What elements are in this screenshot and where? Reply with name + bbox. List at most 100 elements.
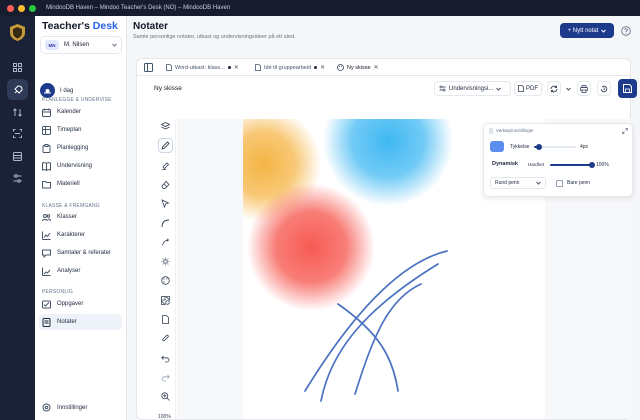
sidebar-item-kalender[interactable]: Kalender [39,104,122,120]
palette-tool-button[interactable] [158,273,173,288]
chevron-down-icon [565,87,571,91]
tasks-icon [42,300,51,309]
tab-group-work[interactable]: Idé til gruppearbeid ✕ [255,59,325,76]
editor-card: Word-utkast: klass... ✕ Idé til gruppear… [136,58,637,420]
today-button[interactable]: I dag [40,83,73,98]
attach-tool-button[interactable] [158,331,173,346]
rail-scan-button[interactable] [7,123,28,144]
chat-icon [42,249,51,258]
zoom-in-tool-button[interactable] [158,389,173,404]
sidebar: Teacher's Desk MN M. Nilsen I dag PLANLE… [35,16,127,420]
rail-settings-button[interactable] [7,168,28,189]
arrow-icon [162,238,170,246]
thickness-slider[interactable] [534,144,576,150]
rail-dashboard-button[interactable] [7,57,28,78]
save-button[interactable] [618,79,637,98]
page-tool-button[interactable] [158,312,173,327]
sidebar-toggle-icon[interactable] [144,63,153,72]
page-icon [162,315,169,324]
sidebar-item-materiell[interactable]: Materiell [39,176,122,192]
sidebar-item-oppgaver[interactable]: Oppgaver [39,296,122,312]
close-window-button[interactable] [7,4,14,12]
scan-icon [13,129,22,138]
select-tool-button[interactable] [158,196,173,211]
chevron-down-icon [496,87,502,91]
sidebar-item-planlegging[interactable]: Planlegging [39,140,122,156]
sidebar-item-label: Notater [57,319,77,325]
user-switcher[interactable]: MN M. Nilsen [40,36,122,54]
today-label: I dag [60,87,74,94]
sidebar-item-label: Oppgaver [57,301,84,307]
sun-icon [44,89,51,94]
expand-icon[interactable] [622,128,628,134]
close-tab-icon[interactable]: ✕ [234,64,239,71]
sync-options-button[interactable] [564,81,572,96]
highlighter-tool-button[interactable] [158,158,173,173]
sidebar-item-label: Kalender [57,109,82,115]
tab-new-sketch[interactable]: Ny skisse ✕ [337,59,379,76]
chart-icon [42,267,51,276]
thickness-knob[interactable] [536,144,543,150]
shapes-tool-button[interactable] [158,293,173,308]
zoom-in-icon [161,392,170,401]
brightness-icon [161,257,170,266]
transfer-icon [13,108,22,117]
redo-tool-button[interactable] [158,370,173,385]
layers-tool-button[interactable] [158,119,173,134]
pen-type-select[interactable]: Rund penn [490,177,546,189]
brightness-tool-button[interactable] [158,254,173,269]
close-tab-icon[interactable]: ✕ [320,64,325,71]
arrow-tool-button[interactable] [158,235,173,250]
curve-tool-button[interactable] [158,216,173,231]
gear-icon [42,403,51,412]
template-select[interactable]: Undervisningsi... [434,81,511,96]
print-button[interactable] [577,81,591,96]
settings-link[interactable]: Innstillinger [42,403,87,412]
section-label-personal: PERSONLIG [42,289,73,295]
sidebar-item-klasser[interactable]: Klasser [39,209,122,225]
grades-icon [42,231,51,240]
settings-label: Innstillinger [57,404,88,411]
help-icon[interactable] [621,26,631,36]
refresh-icon [550,85,558,92]
hardness-slider[interactable] [550,162,595,168]
close-tab-icon[interactable]: ✕ [374,64,379,71]
note-name-input[interactable]: Ny skisse [149,81,429,96]
chevron-down-icon [112,43,117,47]
rail-sync-button[interactable] [7,102,28,123]
undo-tool-button[interactable] [158,351,173,366]
sidebar-item-analyser[interactable]: Analyser [39,263,122,279]
attach-icon [162,335,169,342]
sidebar-item-timeplan[interactable]: Timeplan [39,122,122,138]
maximize-window-button[interactable] [29,4,36,12]
grid-icon [13,63,22,72]
sidebar-item-karakterer[interactable]: Karakterer [39,227,122,243]
layers-icon [161,122,170,130]
sidebar-item-label: Klasser [57,214,78,220]
export-pdf-button[interactable]: PDF [514,81,542,96]
rail-launch-button[interactable] [7,79,28,100]
history-button[interactable] [597,81,611,96]
pencil-tool-button[interactable] [158,138,173,154]
sync-button[interactable] [547,81,561,96]
minimize-window-button[interactable] [18,4,25,12]
drag-handle-icon[interactable] [489,128,493,134]
sidebar-item-label: Undervisning [57,163,93,169]
eraser-tool-button[interactable] [158,177,173,192]
sidebar-item-notater[interactable]: Notater [39,314,122,330]
new-note-button[interactable]: + Nytt notat [560,23,614,38]
app-logo-icon [10,24,25,41]
tab-word-draft[interactable]: Word-utkast: klass... ✕ [166,59,239,76]
page-subtitle: Samle personlige notater, utkast og unde… [133,34,296,40]
rail-database-button[interactable] [7,146,28,167]
hardness-knob[interactable] [589,162,595,168]
only-pen-checkbox[interactable] [556,180,563,187]
template-select-value: Undervisningsi... [449,85,494,92]
sidebar-item-samtaler-referater[interactable]: Samtaler & referater [39,245,122,261]
sidebar-item-undervisning[interactable]: Undervisning [39,158,122,174]
select-icon [161,199,170,209]
color-swatch[interactable] [490,141,504,152]
book-icon [42,161,51,171]
file-icon [518,85,524,92]
template-icon [439,85,446,92]
